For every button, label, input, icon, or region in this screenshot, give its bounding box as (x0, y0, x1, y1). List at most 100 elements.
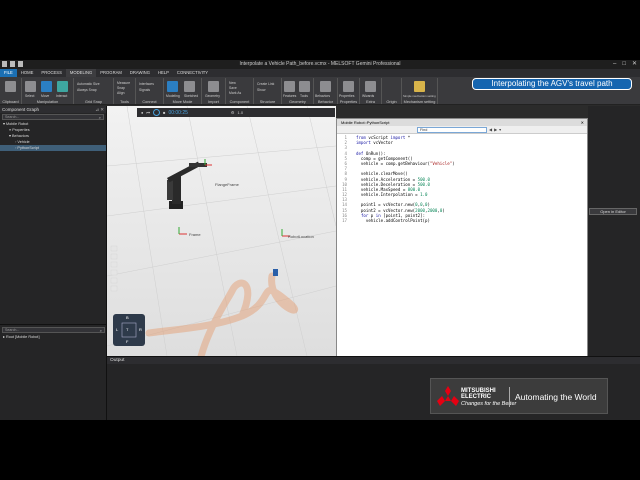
record-icon[interactable]: ● (141, 110, 143, 115)
ribbon-group-import: Geometry Import (202, 78, 226, 104)
brand-name: MITSUBISHI ELECTRIC (461, 388, 496, 400)
tools-icon[interactable] (299, 81, 310, 92)
group-label: Properties (339, 100, 358, 104)
mitsubishi-logo-card: MITSUBISHI ELECTRIC Changes for the Bette… (430, 378, 608, 414)
3d-viewport[interactable]: FlangeFrame Frame RobotLocation B L T R … (107, 106, 336, 356)
speed-icon[interactable]: ⚙ (231, 110, 235, 115)
editor-title-bar: Mobile Robot::PythonScript ✕ (337, 119, 587, 126)
find-bar: Find ◀ ▶ ▾ (337, 126, 587, 134)
select-icon[interactable] (25, 81, 36, 92)
find-prev-icon[interactable]: ◀ (489, 127, 492, 132)
tools-button-label[interactable]: Tools (300, 94, 308, 98)
snap-button[interactable]: Snap (117, 86, 125, 90)
group-label: Clipboard (2, 100, 19, 104)
tab-help[interactable]: HELP (154, 69, 173, 77)
code-line[interactable]: 17 vehicle.addControlPoint(p) (337, 218, 587, 223)
behaviors-icon[interactable] (320, 81, 331, 92)
simulation-timer: 00:00:25 (168, 109, 188, 116)
ribbon-group-geometry: Features Tools Geometry (282, 78, 314, 104)
close-button[interactable]: ✕ (632, 60, 637, 69)
features-button-label[interactable]: Features (283, 94, 296, 98)
stop-icon[interactable]: ■ (163, 110, 165, 115)
maximize-button[interactable]: □ (622, 60, 626, 69)
compass-back[interactable]: B (126, 315, 129, 320)
logo-tagline: Automating the World (515, 392, 597, 402)
ribbon-group-manipulation: Select Move Interact Manipulation (22, 78, 74, 104)
signals-button[interactable]: Signals (139, 88, 150, 92)
group-label: Structure (259, 100, 276, 104)
automatic-size-option[interactable]: Automatic Size (77, 82, 100, 86)
measure-button[interactable]: Measure (117, 81, 130, 85)
find-options-icon[interactable]: ▾ (499, 127, 501, 132)
tab-modeling[interactable]: MODELING (65, 69, 97, 77)
move-icon[interactable] (41, 81, 52, 92)
wizards-icon[interactable] (365, 81, 376, 92)
cell-search-input[interactable]: Search... ⌕ (2, 327, 105, 333)
tab-home[interactable]: HOME (17, 69, 38, 77)
group-label: Grid Snap (84, 100, 103, 104)
tree-node-root[interactable]: ▸ Root [Mobile Robot] (0, 334, 107, 340)
component-graph-header: Component Graph ⊿ ✕ (0, 106, 106, 113)
interact-button-label[interactable]: Interact (56, 94, 67, 98)
tab-file[interactable]: FILE (0, 69, 17, 77)
sketched-icon[interactable] (184, 81, 195, 92)
compass-right[interactable]: R (139, 327, 142, 332)
save-button[interactable]: Save (229, 86, 237, 90)
properties-icon[interactable] (343, 81, 354, 92)
interact-icon[interactable] (57, 81, 68, 92)
agv-vehicle[interactable] (273, 269, 278, 276)
tab-process[interactable]: PROCESS (37, 69, 65, 77)
group-label: Move Mode (172, 100, 193, 104)
mitsubishi-diamonds-logo (437, 386, 459, 406)
title-bar: Interpolate a Vehicle Path_before.vcmx -… (0, 60, 640, 69)
ribbon-group-component: New Save Mark As Component (226, 78, 254, 104)
compass-front[interactable]: F (126, 339, 128, 344)
search-icon: ⌕ (99, 328, 102, 333)
group-label: Connect (142, 100, 157, 104)
panel-title: Component Graph (2, 107, 40, 112)
tree-node-pythonscript[interactable]: ◦ PythonScript (0, 145, 106, 151)
new-button[interactable]: New (229, 81, 236, 85)
move-button-label[interactable]: Move (41, 94, 49, 98)
sketched-button-label[interactable]: Sketched (184, 94, 198, 98)
create-link-button[interactable]: Create Link (257, 82, 274, 86)
pin-icon[interactable]: ⊿ ✕ (95, 106, 104, 113)
reset-icon[interactable]: ⏮ (146, 110, 150, 115)
align-button[interactable]: Align (117, 91, 125, 95)
interfaces-button[interactable]: Interfaces (139, 82, 154, 86)
close-icon[interactable]: ✕ (581, 119, 584, 126)
modeling-button-label[interactable]: Modeling (166, 94, 180, 98)
paste-icon[interactable] (5, 81, 16, 92)
modeling-icon[interactable] (167, 81, 178, 92)
compass-left[interactable]: L (116, 327, 118, 332)
mark-as-button[interactable]: Mark As (229, 91, 241, 95)
select-button-label[interactable]: Select (25, 94, 34, 98)
component-search-input[interactable]: Search... ⌕ (2, 114, 104, 120)
minimize-button[interactable]: – (613, 60, 616, 69)
find-next-icon[interactable]: ▶ (494, 127, 497, 132)
geometry-button-label[interactable]: Geometry (205, 94, 220, 98)
tab-connectivity[interactable]: CONNECTIVITY (173, 69, 212, 77)
wizards-button-label[interactable]: Wizards (362, 94, 374, 98)
find-input[interactable]: Find (417, 127, 487, 133)
code-area[interactable]: 1 from vcScript import * 2 import vcVector 3… (337, 135, 587, 361)
compass-top[interactable]: T (126, 327, 128, 332)
ribbon-group-extra: Wizards Extra (360, 78, 382, 104)
ribbon-group-clipboard: Clipboard (0, 78, 22, 104)
show-button[interactable]: Show (257, 88, 265, 92)
mechanism-icon[interactable] (414, 81, 425, 92)
simple-mechanism-button-label[interactable]: Simple mechanism setting (403, 94, 436, 98)
always-snap-option[interactable]: Always Snap (77, 88, 97, 92)
speed-value[interactable]: 1.0 (238, 110, 244, 115)
behaviors-button-label[interactable]: Behaviors (315, 94, 330, 98)
geometry-icon[interactable] (208, 81, 219, 92)
play-button[interactable] (153, 109, 161, 116)
search-icon: ⌕ (98, 115, 101, 120)
scene-svg (107, 106, 336, 356)
tab-drawing[interactable]: DRAWING (126, 69, 154, 77)
properties-button-label[interactable]: Properties (339, 94, 354, 98)
features-icon[interactable] (284, 81, 295, 92)
tab-program[interactable]: PROGRAM (96, 69, 126, 77)
open-in-editor-button[interactable]: Open in Editor (589, 208, 637, 215)
find-label: Find (420, 128, 428, 132)
